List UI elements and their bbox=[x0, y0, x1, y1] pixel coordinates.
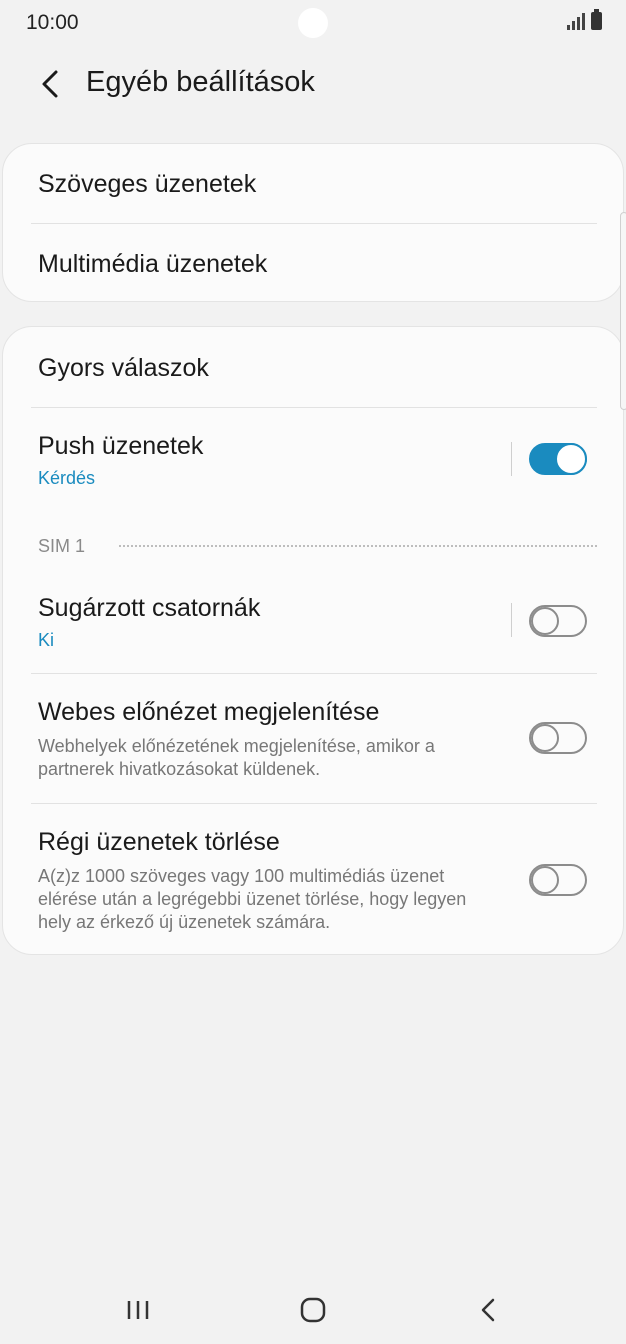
camera-cutout bbox=[298, 8, 328, 38]
broadcast-channels-item[interactable]: Sugárzott csatornák Ki bbox=[3, 571, 625, 673]
sim-section-label: SIM 1 bbox=[38, 536, 86, 556]
scrollbar[interactable] bbox=[620, 212, 626, 410]
push-messages-label: Push üzenetek bbox=[38, 432, 204, 460]
web-preview-toggle[interactable] bbox=[529, 722, 587, 754]
navigation-bar bbox=[0, 1270, 626, 1344]
settings-card: Gyors válaszok Push üzenetek Kérdés SIM … bbox=[2, 326, 624, 955]
web-preview-item[interactable]: Webes előnézet megjelenítése Webhelyek e… bbox=[3, 674, 625, 803]
back-icon bbox=[481, 1298, 495, 1322]
toggle-knob bbox=[531, 866, 559, 894]
delete-old-messages-label: Régi üzenetek törlése bbox=[38, 828, 280, 856]
broadcast-channels-toggle[interactable] bbox=[529, 605, 587, 637]
status-time: 10:00 bbox=[26, 11, 79, 34]
page-title: Egyéb beállítások bbox=[86, 66, 315, 98]
broadcast-channels-status: Ki bbox=[38, 630, 55, 650]
signal-icon bbox=[567, 12, 585, 30]
multimedia-messages-label: Multimédia üzenetek bbox=[38, 250, 268, 278]
toggle-knob bbox=[555, 443, 587, 475]
delete-old-messages-description: A(z)z 1000 szöveges vagy 100 multimédiás… bbox=[38, 866, 467, 932]
quick-replies-item[interactable]: Gyors válaszok bbox=[3, 327, 625, 407]
chevron-left-icon bbox=[42, 70, 58, 98]
delete-old-messages-item[interactable]: Régi üzenetek törlése A(z)z 1000 szövege… bbox=[3, 804, 625, 954]
web-preview-description: Webhelyek előnézetének megjelenítése, am… bbox=[38, 736, 435, 779]
home-button[interactable] bbox=[283, 1290, 343, 1330]
push-messages-item[interactable]: Push üzenetek Kérdés bbox=[3, 408, 625, 508]
messages-type-card: Szöveges üzenetek Multimédia üzenetek bbox=[2, 143, 624, 302]
multimedia-messages-item[interactable]: Multimédia üzenetek bbox=[3, 224, 625, 303]
delete-old-messages-toggle[interactable] bbox=[529, 864, 587, 896]
broadcast-channels-label: Sugárzott csatornák bbox=[38, 594, 261, 622]
text-messages-item[interactable]: Szöveges üzenetek bbox=[3, 144, 625, 224]
vertical-separator bbox=[511, 442, 512, 476]
nav-back-button[interactable] bbox=[458, 1290, 518, 1330]
status-bar: 10:00 bbox=[0, 0, 626, 48]
toggle-knob bbox=[531, 724, 559, 752]
web-preview-label: Webes előnézet megjelenítése bbox=[38, 698, 380, 726]
push-messages-status: Kérdés bbox=[38, 468, 96, 488]
push-messages-toggle[interactable] bbox=[529, 443, 587, 475]
app-header: Egyéb beállítások bbox=[0, 56, 626, 112]
text-messages-label: Szöveges üzenetek bbox=[38, 170, 257, 198]
battery-icon bbox=[591, 9, 602, 30]
recents-button[interactable] bbox=[108, 1290, 168, 1330]
toggle-knob bbox=[531, 607, 559, 635]
quick-replies-label: Gyors válaszok bbox=[38, 354, 209, 382]
home-icon bbox=[300, 1297, 326, 1323]
recents-icon bbox=[127, 1301, 149, 1319]
status-icons bbox=[567, 9, 602, 30]
vertical-separator bbox=[511, 603, 512, 637]
sim-section-divider bbox=[119, 545, 597, 547]
back-button[interactable] bbox=[30, 64, 70, 104]
